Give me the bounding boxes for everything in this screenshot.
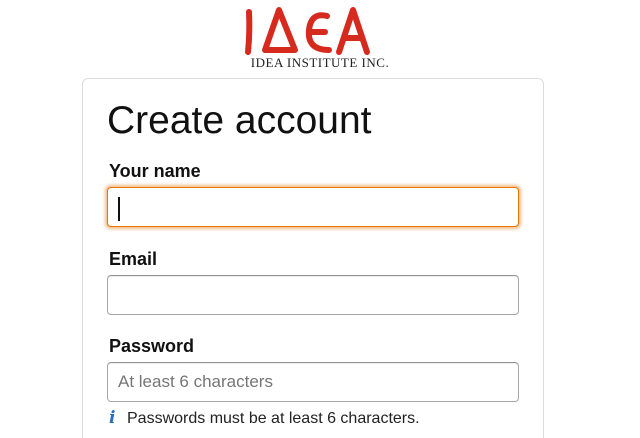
company-name: IDEA INSTITUTE INC.: [250, 55, 390, 70]
brand-header: IDEA INSTITUTE INC.: [0, 0, 640, 76]
name-input[interactable]: [107, 187, 519, 227]
name-label: Your name: [109, 161, 201, 181]
password-hint-text: Passwords must be at least 6 characters.: [127, 410, 420, 427]
create-account-card: Create account Your name Email Password …: [82, 78, 544, 438]
password-hint: i Passwords must be at least 6 characters…: [109, 408, 420, 428]
password-label: Password: [109, 336, 195, 356]
email-label: Email: [109, 249, 158, 269]
idea-logo: [245, 7, 370, 55]
email-input[interactable]: [107, 275, 519, 315]
info-icon: i: [109, 408, 116, 428]
password-input[interactable]: [107, 362, 519, 402]
text-cursor: [118, 197, 120, 221]
page-title: Create account: [107, 99, 372, 142]
